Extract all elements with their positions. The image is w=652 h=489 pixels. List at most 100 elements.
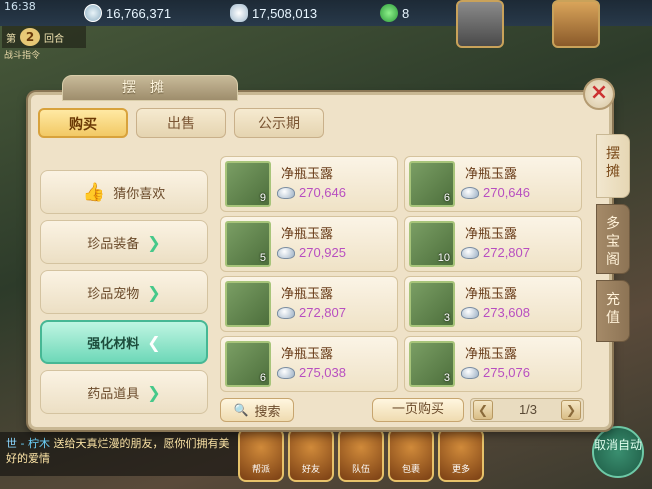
list-item[interactable]: 6 净瓶玉露 270,646: [404, 156, 582, 212]
side-tab-label: 充值: [606, 292, 620, 326]
chevron-left-icon: ❮: [147, 332, 161, 352]
chat-speaker[interactable]: - 柠木: [21, 437, 50, 450]
silver-icon: [461, 186, 479, 199]
round-suffix: 回合: [44, 33, 64, 45]
close-button[interactable]: ×: [583, 78, 615, 110]
category-label: 珍品宠物: [87, 286, 140, 302]
category-medicine[interactable]: 药品道具 ❯: [40, 370, 208, 414]
category-label: 药品道具: [87, 386, 140, 402]
friends-button[interactable]: 好友: [288, 428, 334, 482]
silver-ingot-icon: [230, 4, 248, 22]
gold-coin-icon: [84, 4, 102, 22]
item-name: 净瓶玉露: [281, 227, 334, 242]
item-quantity: 5: [259, 252, 266, 264]
pet-portrait[interactable]: [456, 0, 504, 48]
jade-bottle-icon: 6: [409, 161, 455, 207]
team-button[interactable]: 队伍: [338, 428, 384, 482]
category-label: 强化材料: [87, 336, 140, 352]
bag-button[interactable]: 包裹: [388, 428, 434, 482]
list-item[interactable]: 6 净瓶玉露 275,038: [220, 336, 398, 392]
search-label: 搜索: [254, 404, 281, 420]
thumbs-up-icon: 👍: [82, 181, 106, 203]
silver-amount: 17,508,013: [252, 5, 318, 21]
side-tab-treasure[interactable]: 多宝阁: [596, 204, 630, 274]
gem-amount: 8: [402, 5, 410, 21]
chevron-right-icon: ❯: [147, 232, 161, 252]
jade-bottle-icon: 6: [225, 341, 271, 387]
item-name: 净瓶玉露: [465, 287, 518, 302]
gem-add-icon[interactable]: [380, 4, 398, 22]
category-equipment[interactable]: 珍品装备 ❯: [40, 220, 208, 264]
item-name: 净瓶玉露: [281, 347, 334, 362]
side-tab-label: 多宝阁: [606, 216, 620, 268]
chevron-right-icon: ❯: [147, 382, 161, 402]
jade-bottle-icon: 9: [225, 161, 271, 207]
list-item[interactable]: 5 净瓶玉露 270,925: [220, 216, 398, 272]
tab-sell[interactable]: 出售: [136, 108, 226, 138]
silver-icon: [277, 186, 295, 199]
list-item[interactable]: 9 净瓶玉露 270,646: [220, 156, 398, 212]
item-name: 净瓶玉露: [281, 167, 334, 182]
jade-bottle-icon: 3: [409, 281, 455, 327]
gem-resource[interactable]: 8: [380, 3, 409, 23]
list-item[interactable]: 净瓶玉露 272,807: [220, 276, 398, 332]
item-price: 272,807: [299, 305, 346, 320]
tab-public[interactable]: 公示期: [234, 108, 324, 138]
search-icon: 🔍: [233, 403, 249, 417]
item-quantity: 3: [443, 372, 450, 384]
jade-bottle-icon: 10: [409, 221, 455, 267]
chevron-right-icon: ❯: [565, 403, 577, 417]
prev-page-button[interactable]: ❮: [473, 400, 493, 420]
category-pets[interactable]: 珍品宠物 ❯: [40, 270, 208, 314]
bottom-menu: 帮派 好友 队伍 包裹 更多: [238, 428, 484, 482]
search-button[interactable]: 🔍 搜索: [220, 398, 294, 422]
cancel-auto-button[interactable]: 取消自动: [592, 426, 644, 478]
category-recommend[interactable]: 👍 猜你喜欢: [40, 170, 208, 214]
item-quantity: 10: [437, 252, 450, 264]
pagination: ❮ 1/3 ❯: [470, 398, 584, 422]
list-item[interactable]: 3 净瓶玉露 275,076: [404, 336, 582, 392]
item-name: 净瓶玉露: [465, 347, 518, 362]
player-portrait[interactable]: [552, 0, 600, 48]
item-name: 净瓶玉露: [465, 167, 518, 182]
item-name: 净瓶玉露: [465, 227, 518, 242]
gold-amount: 16,766,371: [106, 5, 172, 21]
buy-page-button[interactable]: 一页购买: [372, 398, 464, 422]
category-materials[interactable]: 强化材料 ❮: [40, 320, 208, 364]
round-number: 2: [20, 28, 40, 46]
jade-bottle-icon: 3: [409, 341, 455, 387]
category-label: 猜你喜欢: [113, 186, 166, 202]
round-prefix: 第: [6, 33, 16, 45]
item-price: 270,646: [299, 185, 346, 200]
chevron-right-icon: ❯: [147, 282, 161, 302]
side-tab-recharge[interactable]: 充值: [596, 280, 630, 342]
clock: 16:38: [4, 0, 36, 13]
next-page-button[interactable]: ❯: [561, 400, 581, 420]
battle-command-label[interactable]: 战斗指令: [4, 48, 40, 61]
chevron-left-icon: ❮: [477, 403, 489, 417]
side-tab-stall[interactable]: 摆摊: [596, 134, 630, 198]
guild-button[interactable]: 帮派: [238, 428, 284, 482]
item-price: 275,038: [299, 365, 346, 380]
panel-title: 摆摊: [62, 75, 238, 101]
side-tab-label: 摆摊: [606, 146, 620, 180]
gold-resource: 16,766,371: [84, 3, 171, 23]
category-list: 👍 猜你喜欢 珍品装备 ❯ 珍品宠物 ❯ 强化材料 ❮ 药品道具 ❯: [40, 166, 210, 420]
tab-buy[interactable]: 购买: [38, 108, 128, 138]
silver-icon: [277, 306, 295, 319]
more-button[interactable]: 更多: [438, 428, 484, 482]
list-item[interactable]: 10 净瓶玉露 272,807: [404, 216, 582, 272]
item-quantity: 6: [259, 372, 266, 384]
item-price: 270,925: [299, 245, 346, 260]
item-price: 273,608: [483, 305, 530, 320]
silver-icon: [461, 246, 479, 259]
chat-channel: 世: [6, 437, 17, 450]
item-price: 272,807: [483, 245, 530, 260]
item-quantity: 3: [443, 312, 450, 324]
close-icon: ×: [589, 80, 609, 105]
category-label: 珍品装备: [87, 236, 140, 252]
item-quantity: 9: [259, 192, 266, 204]
list-item[interactable]: 3 净瓶玉露 273,608: [404, 276, 582, 332]
page-indicator: 1/3: [518, 402, 538, 417]
chat-box[interactable]: 世 - 柠木 送给天真烂漫的朋友，愿你们拥有美好的爱情: [0, 432, 240, 476]
